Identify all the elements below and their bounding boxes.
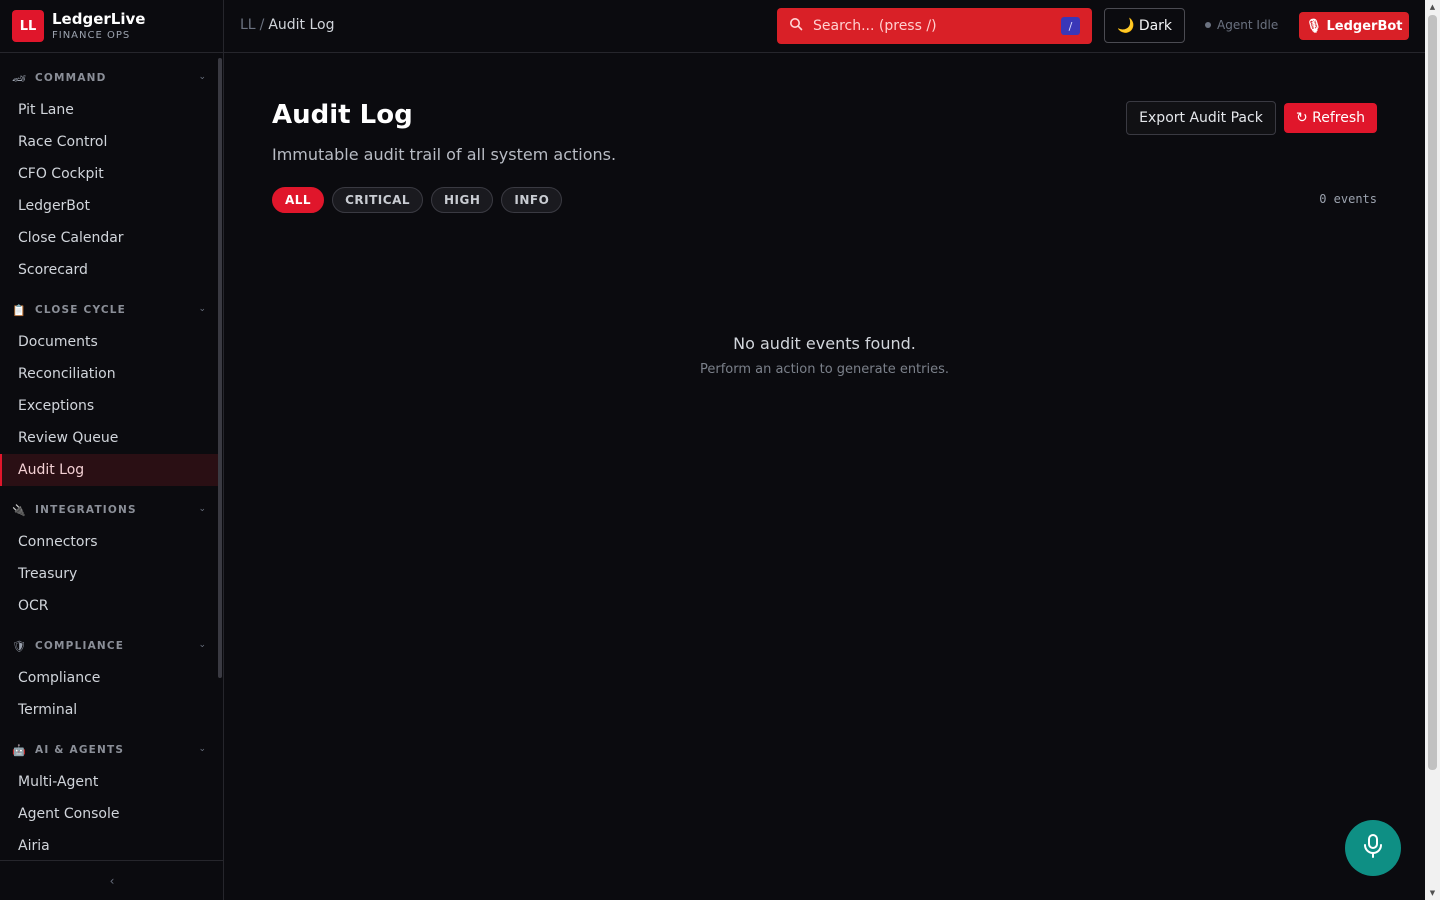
chevron-left-icon: ‹	[109, 873, 115, 888]
sidebar-item-connectors[interactable]: Connectors	[0, 526, 218, 558]
event-count: 0 events	[1319, 192, 1377, 206]
sidebar-section-label: AI & AGENTS	[35, 744, 125, 756]
search-shortcut-key: /	[1061, 17, 1080, 35]
empty-state-title: No audit events found.	[733, 334, 916, 353]
empty-state-subtitle: Perform an action to generate entries.	[699, 362, 950, 377]
sidebar-item-pit-lane[interactable]: Pit Lane	[0, 94, 218, 126]
sidebar-section-close-cycle[interactable]: 📋 CLOSE CYCLE ⌄	[0, 294, 218, 326]
sidebar-item-scorecard[interactable]: Scorecard	[0, 254, 218, 286]
sidebar-section-label: COMMAND	[35, 72, 107, 84]
sidebar-item-terminal[interactable]: Terminal	[0, 694, 218, 726]
microphone-icon	[1362, 833, 1384, 863]
search-icon	[789, 17, 803, 35]
breadcrumb: LL / Audit Log	[240, 17, 335, 33]
sidebar: LL LedgerLive FINANCE OPS 🏎 COMMAND ⌄ Pit L…	[0, 0, 224, 900]
window-scrollbar[interactable]: ▲ ▼	[1425, 0, 1440, 900]
sidebar-item-agent-console[interactable]: Agent Console	[0, 798, 218, 830]
sidebar-item-ocr[interactable]: OCR	[0, 590, 218, 622]
sidebar-item-documents[interactable]: Documents	[0, 326, 218, 358]
scroll-down-icon[interactable]: ▼	[1428, 889, 1437, 897]
robot-icon: 🤖	[12, 743, 26, 757]
sidebar-section-label: COMPLIANCE	[35, 640, 125, 652]
sidebar-section-label: CLOSE CYCLE	[35, 304, 127, 316]
racecar-icon: 🏎	[12, 71, 26, 85]
sidebar-item-review-queue[interactable]: Review Queue	[0, 422, 218, 454]
chevron-down-icon[interactable]: ⌄	[198, 72, 206, 82]
brand[interactable]: LL LedgerLive FINANCE OPS	[0, 0, 223, 53]
collapse-sidebar-button[interactable]: ‹	[0, 860, 224, 900]
chevron-down-icon[interactable]: ⌄	[198, 504, 206, 514]
brand-subtitle: FINANCE OPS	[52, 30, 131, 41]
breadcrumb-separator: /	[259, 17, 265, 33]
sidebar-item-race-control[interactable]: Race Control	[0, 126, 218, 158]
filter-chip-critical[interactable]: CRITICAL	[332, 187, 423, 213]
sidebar-item-airia[interactable]: Airia	[0, 830, 218, 860]
chevron-down-icon[interactable]: ⌄	[198, 744, 206, 754]
sidebar-item-cfo-cockpit[interactable]: CFO Cockpit	[0, 158, 218, 190]
agent-status: Agent Idle	[1205, 18, 1278, 32]
main-content: Audit Log Immutable audit trail of all s…	[224, 54, 1425, 900]
sidebar-section-compliance[interactable]: 🛡 COMPLIANCE ⌄	[0, 630, 218, 662]
sidebar-item-ledgerbot[interactable]: LedgerBot	[0, 190, 218, 222]
filter-chip-all[interactable]: ALL	[272, 187, 325, 213]
search-box[interactable]: /	[777, 8, 1092, 44]
scroll-up-icon[interactable]: ▲	[1428, 3, 1437, 11]
empty-state: No audit events found. Perform an action…	[224, 334, 1425, 377]
brand-text: LedgerLive FINANCE OPS	[52, 10, 145, 42]
status-dot-icon	[1205, 22, 1211, 28]
app-window: LL LedgerLive FINANCE OPS 🏎 COMMAND ⌄ Pit L…	[0, 0, 1440, 900]
filter-chip-info[interactable]: INFO	[501, 187, 563, 213]
sidebar-section-ai-agents[interactable]: 🤖 AI & AGENTS ⌄	[0, 734, 218, 766]
sidebar-item-audit-log[interactable]: Audit Log	[0, 454, 218, 486]
sidebar-section-integrations[interactable]: 🔌 INTEGRATIONS ⌄	[0, 494, 218, 526]
brand-name: LedgerLive	[52, 10, 146, 28]
sidebar-item-exceptions[interactable]: Exceptions	[0, 390, 218, 422]
sidebar-item-treasury[interactable]: Treasury	[0, 558, 218, 590]
sidebar-scrollbar[interactable]	[218, 58, 222, 678]
export-audit-pack-button[interactable]: Export Audit Pack	[1126, 101, 1276, 135]
chevron-down-icon[interactable]: ⌄	[198, 640, 206, 650]
brand-logo: LL	[12, 10, 44, 42]
sidebar-section-command[interactable]: 🏎 COMMAND ⌄	[0, 62, 218, 94]
search-input[interactable]	[813, 18, 1053, 34]
agent-status-label: Agent Idle	[1217, 18, 1279, 32]
sidebar-item-multi-agent[interactable]: Multi-Agent	[0, 766, 218, 798]
page-title: Audit Log	[272, 100, 413, 130]
refresh-button[interactable]: ↻ Refresh	[1284, 103, 1377, 133]
plug-icon: 🔌	[12, 503, 26, 517]
ledgerbot-button[interactable]: 🎙 LedgerBot	[1299, 12, 1409, 40]
breadcrumb-root[interactable]: LL	[240, 17, 256, 33]
page-subtitle: Immutable audit trail of all system acti…	[272, 145, 617, 164]
voice-mic-button[interactable]	[1345, 820, 1401, 876]
chevron-down-icon[interactable]: ⌄	[198, 304, 206, 314]
sidebar-item-reconciliation[interactable]: Reconciliation	[0, 358, 218, 390]
breadcrumb-current: Audit Log	[268, 17, 335, 33]
clipboard-icon: 📋	[12, 303, 26, 317]
filter-chip-high[interactable]: HIGH	[431, 187, 494, 213]
topbar: LL/Audit Log / 🌙 Dark Agent Idle 🎙 Ledge…	[224, 0, 1425, 53]
shield-icon: 🛡	[12, 639, 26, 653]
scrollbar-thumb[interactable]	[1428, 15, 1437, 770]
sidebar-item-close-calendar[interactable]: Close Calendar	[0, 222, 218, 254]
theme-toggle-button[interactable]: 🌙 Dark	[1104, 8, 1185, 43]
sidebar-section-label: INTEGRATIONS	[35, 504, 137, 516]
sidebar-item-compliance[interactable]: Compliance	[0, 662, 218, 694]
sidebar-nav: 🏎 COMMAND ⌄ Pit Lane Race Control CFO Cockpit…	[0, 54, 218, 860]
severity-filters: ALL CRITICAL HIGH INFO	[272, 187, 563, 213]
